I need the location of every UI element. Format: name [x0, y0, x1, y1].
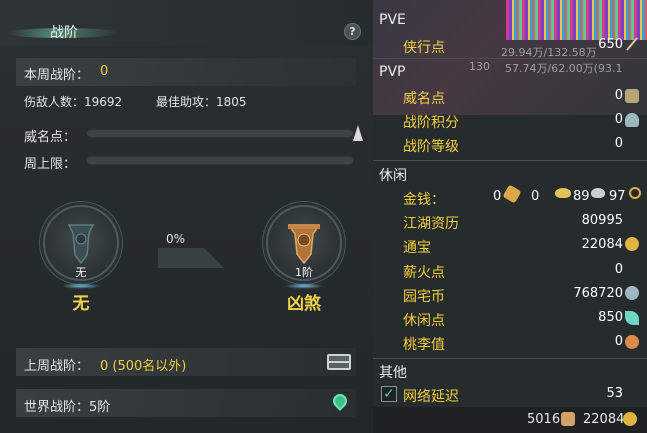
last-week-label: 上周战阶： [24, 359, 90, 374]
bg-exp-text-2: 57.74万/62.00万(93.1 [505, 62, 623, 75]
bottom-left-value: 5016 [527, 412, 561, 427]
jianghu-label: 江湖资历 [403, 216, 459, 232]
copper-coin-icon [629, 187, 641, 199]
sword-icon [626, 37, 638, 51]
taoli-label: 桃李值 [403, 337, 445, 353]
reward-chest-icon[interactable] [327, 354, 351, 370]
bottom-currency-bar: 5016 22084 [373, 407, 647, 433]
kills-stat: 伤敌人数：19692 [24, 95, 123, 109]
money-ingot-value: 0 [531, 189, 540, 204]
gold-ingot-icon [555, 188, 571, 198]
tongbao-coin-icon [625, 237, 639, 251]
divider [373, 58, 647, 59]
taoli-value: 0 [614, 334, 623, 349]
fame-points-label: 威名点 [403, 91, 445, 107]
fame-label: 威名点： [24, 130, 77, 145]
gold-brick-icon [502, 184, 522, 204]
assists-stat: 最佳助攻：1805 [156, 95, 247, 109]
color-stripes-decoration [506, 0, 647, 40]
next-rank-name: 凶煞 [287, 294, 321, 314]
xiaxing-label: 侠行点 [403, 40, 445, 56]
money-silver-value: 89 [573, 189, 590, 204]
pve-header: PVE [379, 12, 406, 28]
help-icon[interactable]: ? [344, 23, 361, 40]
current-rank-name: 无 [72, 294, 90, 314]
fame-points-value: 0 [614, 88, 623, 103]
leisure-points-value: 850 [598, 310, 623, 325]
xiaxing-value: 650 [598, 37, 623, 52]
house-coin-icon [625, 286, 639, 300]
panel-title: 战阶 [50, 25, 78, 41]
rank-panel: 战阶 ? 本周战阶： 0 伤敌人数：19692 最佳助攻：1805 威名点： 周… [0, 0, 373, 433]
panel-header: 战阶 ? [0, 0, 373, 46]
money-copper-value: 97 [609, 189, 626, 204]
week-cap-progress-bar [86, 156, 354, 165]
xinhuo-value: 0 [614, 262, 623, 277]
latency-checkbox[interactable]: ✓ [381, 386, 397, 402]
bottom-right-value: 22084 [583, 412, 625, 427]
scroll-icon [561, 412, 575, 426]
divider [373, 160, 647, 161]
yuanzhai-label: 园宅币 [403, 289, 445, 305]
rank-score-value: 0 [614, 112, 623, 127]
other-header: 其他 [379, 365, 407, 381]
week-rank-label: 本周战阶： [24, 68, 90, 83]
money-label: 金钱： [403, 192, 445, 208]
fame-marker-icon [353, 125, 363, 141]
rank-level-label: 战阶等级 [403, 139, 459, 155]
week-rank-value: 0 [100, 64, 109, 79]
last-week-value: 0 (500名以外) [100, 359, 187, 374]
latency-label: 网络延迟 [403, 389, 459, 405]
mask-icon [625, 89, 639, 103]
yuanzhai-value: 768720 [573, 286, 623, 301]
trophy-icon [625, 113, 639, 127]
leaf-icon [625, 311, 639, 325]
rank-progress-percent: 0% [166, 232, 186, 246]
money-gold-value: 0 [493, 189, 502, 204]
rank-level-value: 0 [614, 136, 623, 151]
peach-icon [625, 335, 639, 349]
week-cap-label: 周上限： [24, 157, 77, 172]
silver-ingot-icon [591, 188, 605, 198]
progress-arrow-icon [158, 248, 224, 268]
tongbao-coin-icon [623, 412, 637, 426]
tongbao-value: 22084 [581, 237, 623, 252]
currency-panel: 29.94万/132.58万 130 57.74万/62.00万(93.1 PV… [373, 0, 647, 433]
leisure-header: 休闲 [379, 168, 407, 184]
divider [373, 358, 647, 359]
world-rank-label: 世界战阶：5阶 [24, 400, 111, 415]
leisure-points-label: 休闲点 [403, 313, 445, 329]
fame-progress-bar [86, 129, 354, 138]
rank-score-label: 战阶积分 [403, 115, 459, 131]
bg-level-num: 130 [469, 60, 490, 73]
next-medal-level: 1阶 [295, 266, 313, 279]
xinhuo-label: 薪火点 [403, 265, 445, 281]
current-medal-level: 无 [75, 266, 87, 279]
tongbao-label: 通宝 [403, 240, 431, 256]
jianghu-value: 80995 [581, 213, 623, 228]
pvp-header: PVP [379, 64, 406, 80]
latency-value: 53 [606, 386, 623, 401]
